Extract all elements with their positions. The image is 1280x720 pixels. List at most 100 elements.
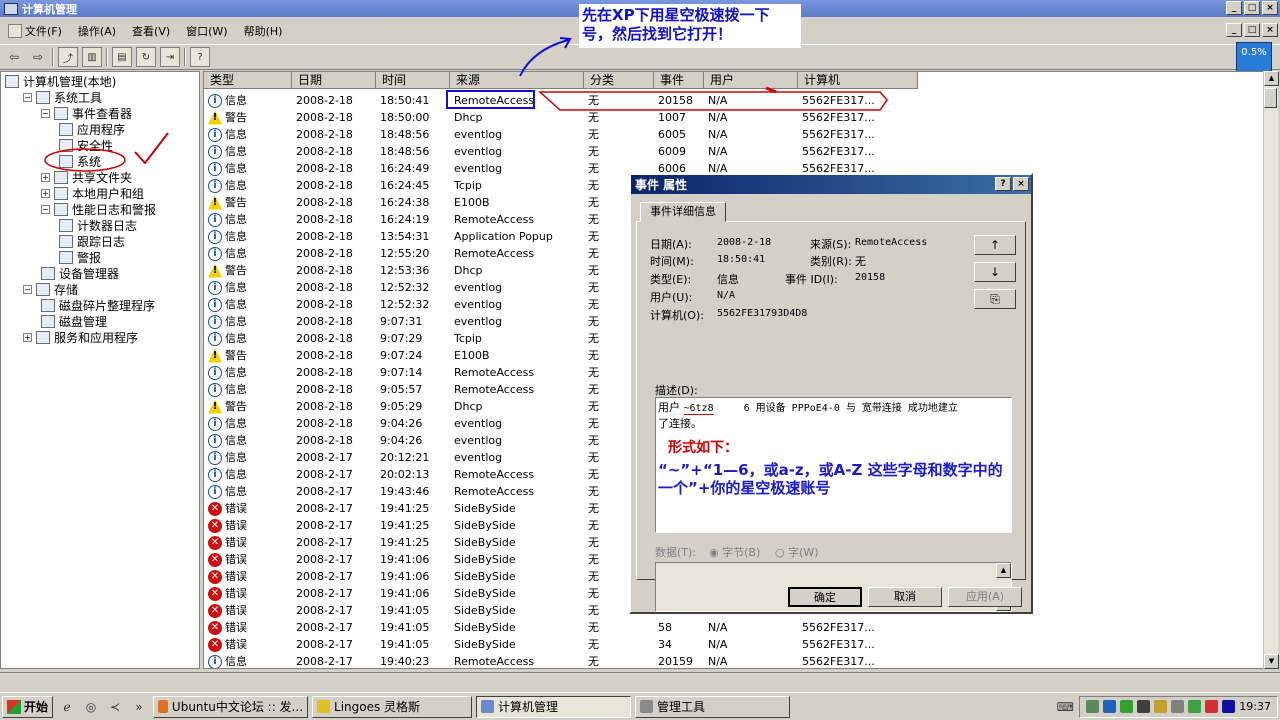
tree-node[interactable]: 安全性 — [59, 137, 113, 153]
properties-icon[interactable]: ▤ — [112, 47, 132, 67]
column-header[interactable]: 来源 — [450, 72, 584, 89]
menu-action[interactable]: 操作(A) — [78, 23, 116, 39]
table-row[interactable]: i 信息 2008-2-18 18:48:56 eventlog 无 6005 N/A 5562… — [204, 126, 918, 143]
tray-icon[interactable] — [1171, 700, 1185, 713]
toolbar-separator — [106, 48, 108, 66]
scroll-up-icon[interactable]: ▲ — [996, 563, 1011, 578]
table-row[interactable]: i 信息 2008-2-17 19:40:23 RemoteAccess 无 20159 N/… — [204, 653, 918, 668]
ie-icon[interactable]: ℯ — [57, 697, 77, 717]
table-row[interactable]: ✕ 错误 2008-2-17 19:41:05 SideBySide 无 58 N/A 5562… — [204, 619, 918, 636]
menu-help[interactable]: 帮助(H) — [244, 23, 283, 39]
tree-node[interactable]: − 存储 — [23, 281, 78, 297]
tray-icon[interactable] — [1154, 700, 1168, 713]
tray-icon[interactable] — [1188, 700, 1202, 713]
description-textbox[interactable]: 用户 ~6tz8 6 用设备 PPPoE4-0 与 宽带连接 成功地建立 了连接。… — [655, 397, 1012, 533]
tree-node[interactable]: + 本地用户和组 — [41, 185, 144, 201]
column-header[interactable]: 分类 — [584, 72, 654, 89]
start-button[interactable]: 开始 — [2, 695, 54, 718]
minimize-button[interactable]: _ — [1226, 1, 1242, 15]
cell-user: N/A — [708, 655, 728, 668]
tree-node[interactable]: 警报 — [59, 249, 101, 265]
scroll-up-icon[interactable]: ▲ — [1264, 71, 1279, 86]
column-header[interactable]: 用户 — [704, 72, 798, 89]
expand-toggle-icon[interactable]: − — [23, 284, 32, 294]
export-icon[interactable]: ⇥ — [160, 47, 180, 67]
mdi-close-button[interactable]: × — [1262, 23, 1278, 37]
list-scrollbar[interactable]: ▲ ▼ — [1263, 71, 1279, 669]
tree-node[interactable]: 计数器日志 — [59, 217, 137, 233]
tree-node[interactable]: 跟踪日志 — [59, 233, 125, 249]
expand-toggle-icon[interactable]: − — [41, 108, 50, 118]
expand-toggle-icon[interactable]: − — [41, 204, 50, 214]
maximize-button[interactable]: □ — [1244, 1, 1260, 15]
expand-toggle-icon[interactable]: + — [23, 332, 32, 342]
tree-node[interactable]: + 共享文件夹 — [41, 169, 132, 185]
dialog-close-button[interactable]: × — [1013, 177, 1029, 191]
close-button[interactable]: × — [1262, 1, 1278, 15]
tree-node[interactable]: 设备管理器 — [41, 265, 119, 281]
up-folder-icon[interactable]: ⤴ — [58, 47, 78, 67]
expand-toggle-icon[interactable]: + — [41, 188, 50, 198]
menu-file[interactable]: 文件(F) — [8, 23, 62, 39]
forward-arrow-icon[interactable]: ⇨ — [28, 47, 48, 67]
column-header[interactable]: 日期 — [292, 72, 376, 89]
menu-view[interactable]: 查看(V) — [132, 23, 170, 39]
tray-icon[interactable] — [1086, 700, 1100, 713]
tree-node[interactable]: 应用程序 — [59, 121, 125, 137]
table-row[interactable]: i 信息 2008-2-18 18:48:56 eventlog 无 6009 N/A 5562… — [204, 143, 918, 160]
tab-event-details[interactable]: 事件详细信息 — [640, 202, 726, 222]
tray-icon[interactable] — [1120, 700, 1134, 713]
radio-bytes[interactable]: ◉ 字节(B) — [709, 544, 760, 560]
tray-icon[interactable] — [1205, 700, 1219, 713]
table-row[interactable]: ! 警告 2008-2-18 18:50:00 Dhcp 无 1007 N/A 5562FE31… — [204, 109, 918, 126]
column-header[interactable]: 事件 — [654, 72, 704, 89]
tree-node[interactable]: − 系统工具 — [23, 89, 102, 105]
keyboard-icon[interactable]: ⌨ — [1055, 697, 1075, 717]
task-firefox[interactable]: Ubuntu中文论坛 :: 发... — [153, 695, 309, 718]
task-lingoes[interactable]: Lingoes 灵格斯 — [312, 695, 473, 718]
previous-event-button[interactable]: ↑ — [974, 235, 1016, 255]
refresh-icon[interactable]: ↻ — [136, 47, 156, 67]
cancel-button[interactable]: 取消 — [868, 587, 942, 607]
quicklaunch-icon[interactable]: ≺ — [105, 697, 125, 717]
column-header[interactable]: 时间 — [376, 72, 450, 89]
scroll-thumb[interactable] — [1264, 88, 1277, 108]
task-computer-management[interactable]: 计算机管理 — [476, 695, 632, 718]
column-header[interactable]: 类型 — [204, 72, 292, 89]
cell-type: 错误 — [225, 638, 247, 651]
show-tree-icon[interactable]: ▥ — [82, 47, 102, 67]
more-icon[interactable]: » — [129, 697, 149, 717]
task-admin-tools[interactable]: 管理工具 — [635, 695, 791, 718]
copy-event-button[interactable]: ⎘ — [974, 289, 1016, 309]
tray-icon[interactable] — [1137, 700, 1151, 713]
back-arrow-icon[interactable]: ⇦ — [4, 47, 24, 67]
dialog-titlebar[interactable]: 事件 属性 ? × — [631, 175, 1031, 194]
tree-node[interactable]: 磁盘管理 — [41, 313, 107, 329]
tree-node[interactable]: + 服务和应用程序 — [23, 329, 138, 345]
tree-node[interactable]: 计算机管理(本地) — [5, 73, 116, 89]
tree-node[interactable]: 系统 — [59, 153, 101, 169]
cell-source: Dhcp — [454, 111, 483, 124]
tree-node[interactable]: 磁盘碎片整理程序 — [41, 297, 155, 313]
table-row[interactable]: ✕ 错误 2008-2-17 19:41:05 SideBySide 无 34 N/A 5562… — [204, 636, 918, 653]
tree-node[interactable]: − 事件查看器 — [41, 105, 132, 121]
radio-words[interactable]: ○ 字(W) — [775, 544, 819, 560]
apply-button[interactable]: 应用(A) — [948, 587, 1022, 607]
tray-icon[interactable] — [1103, 700, 1117, 713]
ok-button[interactable]: 确定 — [788, 587, 862, 607]
help-icon[interactable]: ? — [190, 47, 210, 67]
clock[interactable]: 19:37 — [1239, 700, 1271, 713]
table-row[interactable]: i 信息 2008-2-18 18:50:41 RemoteAccess 无 20158 N/… — [204, 92, 918, 109]
tray-icon[interactable] — [1222, 700, 1236, 713]
menu-window[interactable]: 窗口(W) — [186, 23, 227, 39]
scroll-down-icon[interactable]: ▼ — [1264, 654, 1279, 669]
column-header[interactable]: 计算机 — [798, 72, 918, 89]
quicklaunch-icon[interactable]: ◎ — [81, 697, 101, 717]
mdi-restore-button[interactable]: □ — [1244, 23, 1260, 37]
expand-toggle-icon[interactable]: + — [41, 172, 50, 182]
next-event-button[interactable]: ↓ — [974, 262, 1016, 282]
mdi-minimize-button[interactable]: _ — [1226, 23, 1242, 37]
tree-node[interactable]: − 性能日志和警报 — [41, 201, 156, 217]
dialog-help-button[interactable]: ? — [995, 177, 1011, 191]
expand-toggle-icon[interactable]: − — [23, 92, 32, 102]
